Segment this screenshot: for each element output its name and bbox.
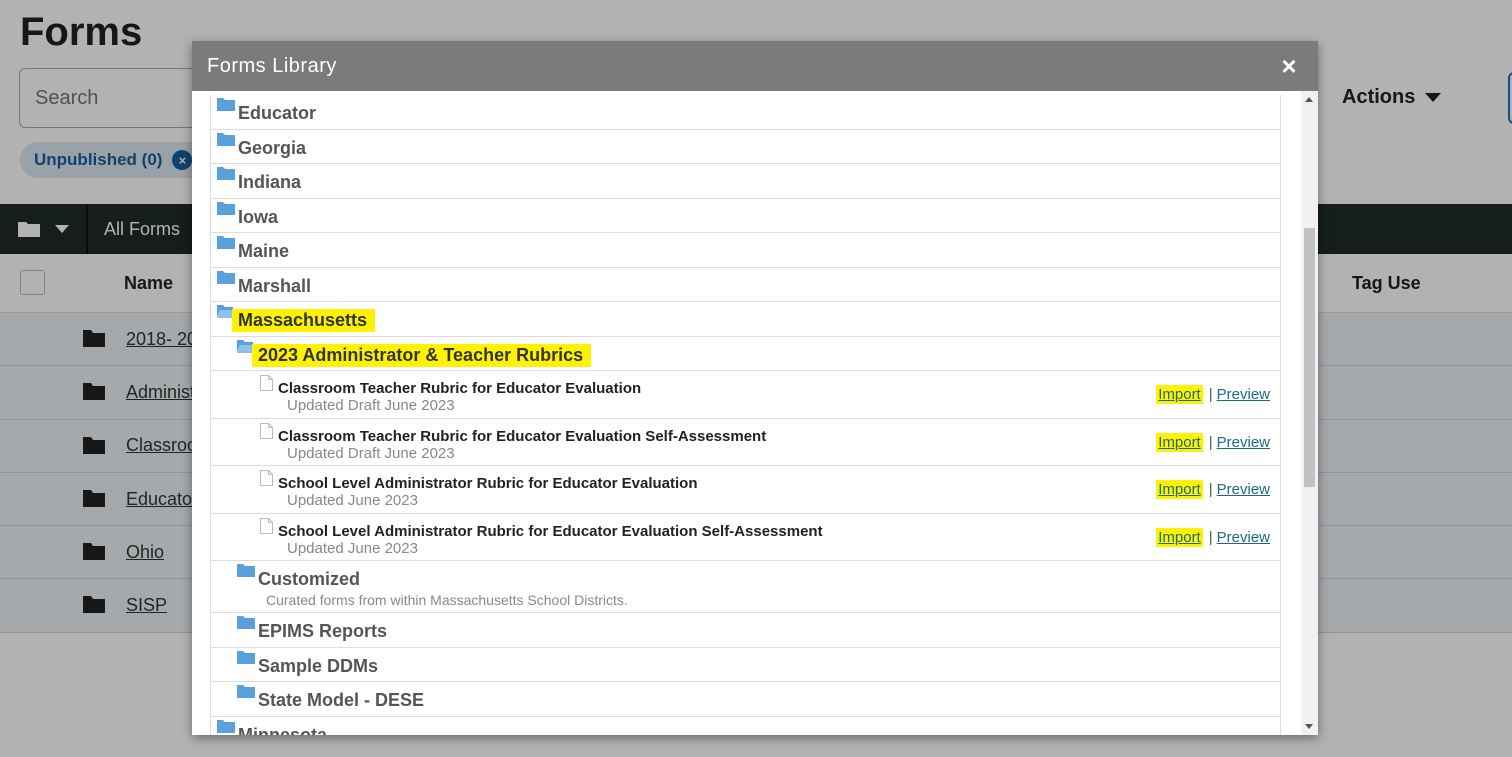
folder-icon	[217, 270, 235, 284]
highlighted-label: Massachusetts	[232, 309, 376, 332]
scroll-down-icon[interactable]	[1305, 724, 1313, 729]
import-link[interactable]: Import	[1156, 432, 1203, 452]
import-link[interactable]: Import	[1156, 385, 1203, 404]
form-subtitle: Updated Draft June 2023	[287, 397, 455, 414]
form-item: School Level Administrator Rubric for Ed…	[211, 514, 1280, 561]
tree-subfolder[interactable]: State Model - DESE	[211, 682, 1280, 717]
form-item: Classroom Teacher Rubric for Educator Ev…	[211, 371, 1280, 419]
tree-folder[interactable]: Minnesota	[211, 717, 1280, 736]
tree-folder-label: Maine	[238, 241, 290, 261]
highlighted-label: 2023 Administrator & Teacher Rubrics	[252, 343, 592, 367]
form-subtitle: Updated Draft June 2023	[287, 444, 455, 462]
folder-icon	[237, 685, 255, 698]
folder-description: Curated forms from within Massachusetts …	[266, 592, 628, 608]
tree-folder-label: 2023 Administrator & Teacher Rubrics	[252, 343, 592, 367]
tree-folder[interactable]: Educator	[211, 95, 1280, 130]
form-title: School Level Administrator Rubric for Ed…	[278, 475, 698, 492]
tree-folder-label: Marshall	[238, 275, 312, 296]
folder-icon	[217, 719, 235, 733]
tree-folder-label: Iowa	[238, 206, 279, 227]
tree-folder[interactable]: Indiana	[211, 164, 1280, 199]
link-separator: |	[1208, 433, 1213, 451]
tree-subfolder[interactable]: Customized Curated forms from within Mas…	[211, 561, 1280, 613]
form-title: School Level Administrator Rubric for Ed…	[278, 522, 823, 540]
tree-folder-label: Sample DDMs	[258, 655, 379, 676]
preview-link[interactable]: Preview	[1217, 481, 1270, 498]
tree-subfolder[interactable]: EPIMS Reports	[211, 613, 1280, 648]
folder-tree: Educator Georgia Indiana Iowa Maine Mars…	[210, 95, 1281, 735]
link-separator: |	[1208, 528, 1213, 546]
modal-header: Forms Library ×	[192, 41, 1318, 91]
tree-folder-label: Massachusetts	[232, 309, 376, 332]
preview-link[interactable]: Preview	[1217, 386, 1270, 403]
tree-folder[interactable]: Maine	[211, 233, 1280, 268]
form-title: Classroom Teacher Rubric for Educator Ev…	[278, 427, 767, 445]
tree-folder-label: Georgia	[238, 137, 307, 158]
folder-icon	[217, 98, 235, 111]
folder-icon	[217, 236, 235, 249]
tree-folder[interactable]: Marshall	[211, 268, 1280, 302]
document-icon	[260, 375, 273, 391]
tree-folder-open[interactable]: Massachusetts	[211, 302, 1280, 337]
link-separator: |	[1208, 481, 1213, 498]
modal-body[interactable]: Educator Georgia Indiana Iowa Maine Mars…	[192, 91, 1318, 735]
modal-scrollbar[interactable]	[1301, 91, 1318, 735]
tree-subfolder-open[interactable]: 2023 Administrator & Teacher Rubrics	[211, 337, 1280, 371]
folder-icon	[237, 650, 255, 664]
folder-icon	[217, 201, 235, 215]
folder-icon	[217, 167, 235, 180]
forms-library-modal: Forms Library × Educator Georgia Indiana…	[192, 41, 1318, 735]
close-icon[interactable]: ×	[1276, 51, 1302, 81]
tree-folder-label: EPIMS Reports	[258, 621, 388, 641]
tree-folder-label: Minnesota	[238, 724, 328, 736]
tree-folder-label: Customized	[258, 569, 361, 589]
tree-folder-label: Educator	[238, 103, 317, 123]
form-subtitle: Updated June 2023	[287, 539, 418, 557]
document-icon	[260, 422, 273, 439]
form-title: Classroom Teacher Rubric for Educator Ev…	[278, 380, 642, 397]
tree-folder-label: State Model - DESE	[258, 690, 425, 710]
import-link[interactable]: Import	[1156, 480, 1203, 499]
tree-folder[interactable]: Georgia	[211, 130, 1280, 164]
form-item: School Level Administrator Rubric for Ed…	[211, 466, 1280, 514]
preview-link[interactable]: Preview	[1217, 434, 1270, 451]
folder-icon	[217, 132, 235, 146]
form-item: Classroom Teacher Rubric for Educator Ev…	[211, 419, 1280, 466]
preview-link[interactable]: Preview	[1217, 529, 1270, 546]
link-separator: |	[1208, 386, 1213, 403]
folder-icon	[237, 564, 255, 577]
form-subtitle: Updated June 2023	[287, 492, 418, 509]
tree-folder-label: Indiana	[238, 172, 302, 192]
scrollbar-thumb[interactable]	[1304, 228, 1315, 487]
scroll-up-icon[interactable]	[1305, 97, 1313, 102]
import-link[interactable]: Import	[1156, 527, 1203, 547]
folder-icon	[237, 616, 255, 629]
document-icon	[260, 470, 273, 486]
document-icon	[260, 517, 273, 534]
modal-title: Forms Library	[207, 54, 337, 77]
tree-subfolder[interactable]: Sample DDMs	[211, 648, 1280, 682]
tree-folder[interactable]: Iowa	[211, 199, 1280, 233]
